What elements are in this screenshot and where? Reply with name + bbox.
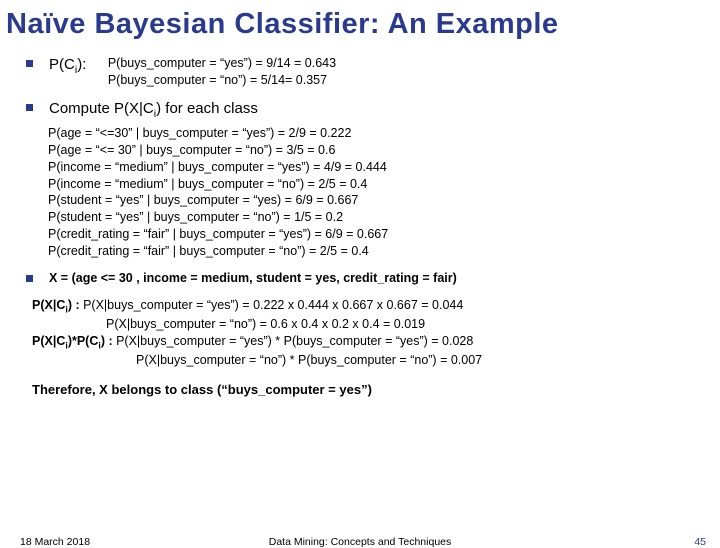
pxci-label-2: P(X|Ci)*P(Ci) : — [32, 334, 116, 348]
footer-page: 45 — [694, 536, 706, 548]
bullet-icon — [26, 104, 33, 111]
pxci-l2: P(X|buys_computer = “no”) = 0.6 x 0.4 x … — [106, 316, 702, 333]
compute-heading: Compute P(X|Ci) for each class — [49, 100, 258, 117]
pxci-label-1: P(X|Ci) : — [32, 298, 83, 312]
pci-line1: P(buys_computer = “yes”) = 9/14 = 0.643 — [108, 56, 336, 70]
cond-l7: P(credit_rating = “fair” | buys_computer… — [48, 226, 702, 243]
pxci-l1: P(X|buys_computer = “yes”) = 0.222 x 0.4… — [83, 298, 463, 312]
cond-l3: P(income = “medium” | buys_computer = “y… — [48, 159, 702, 176]
pxci-l4: P(X|buys_computer = “no”) * P(buys_compu… — [136, 352, 702, 369]
bullet-pci: P(Ci): P(buys_computer = “yes”) = 9/14 =… — [26, 55, 702, 89]
cond-l6: P(student = “yes” | buys_computer = “no”… — [48, 209, 702, 226]
conditional-probs: P(age = “<=30” | buys_computer = “yes”) … — [48, 125, 702, 260]
pci-label: P(Ci): — [49, 56, 86, 73]
bullet-compute: Compute P(X|Ci) for each class — [26, 99, 702, 121]
cond-l5: P(student = “yes” | buys_computer = “yes… — [48, 192, 702, 209]
footer-date: 18 March 2018 — [20, 536, 90, 548]
cond-l2: P(age = “<= 30” | buys_computer = “no”) … — [48, 142, 702, 159]
cond-l4: P(income = “medium” | buys_computer = “n… — [48, 176, 702, 193]
pxci-l3: P(X|buys_computer = “yes”) * P(buys_comp… — [116, 334, 473, 348]
bullet-icon — [26, 275, 33, 282]
conclusion: Therefore, X belongs to class (“buys_com… — [32, 381, 702, 399]
pxci-block: P(X|Ci) : P(X|buys_computer = “yes”) = 0… — [26, 297, 702, 369]
bullet-icon — [26, 60, 33, 67]
footer-source: Data Mining: Concepts and Techniques — [269, 536, 452, 548]
pci-line2: P(buys_computer = “no”) = 5/14= 0.357 — [108, 73, 327, 87]
cond-l8: P(credit_rating = “fair” | buys_computer… — [48, 243, 702, 260]
slide-body: P(Ci): P(buys_computer = “yes”) = 9/14 =… — [0, 55, 720, 399]
x-definition: X = (age <= 30 , income = medium, studen… — [49, 271, 457, 285]
bullet-xdef: X = (age <= 30 , income = medium, studen… — [26, 270, 702, 287]
cond-l1: P(age = “<=30” | buys_computer = “yes”) … — [48, 125, 702, 142]
slide-title: Naïve Bayesian Classifier: An Example — [0, 0, 720, 55]
